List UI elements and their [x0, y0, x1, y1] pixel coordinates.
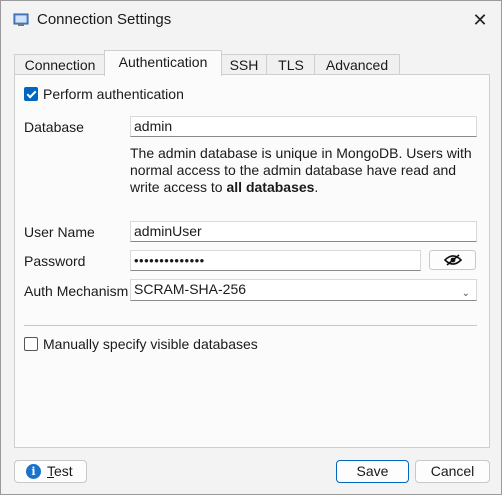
auth-mechanism-value: SCRAM-SHA-256	[134, 281, 247, 297]
password-label: Password	[24, 253, 86, 269]
database-input[interactable]: admin	[130, 116, 477, 137]
chevron-down-icon: ⌄	[461, 288, 470, 299]
note-end: .	[314, 179, 319, 195]
cancel-button[interactable]: Cancel	[415, 460, 490, 483]
close-icon: ✕	[472, 10, 488, 30]
manual-databases-checkbox[interactable]	[24, 337, 38, 351]
show-password-button[interactable]	[429, 250, 476, 270]
save-button[interactable]: Save	[336, 460, 409, 483]
tab-connection[interactable]: Connection	[14, 54, 106, 75]
tab-label: TLS	[278, 57, 304, 73]
database-label: Database	[24, 119, 84, 135]
test-mnemonic: T	[47, 463, 54, 479]
username-label: User Name	[24, 224, 95, 240]
tab-ssh[interactable]: SSH	[220, 54, 268, 75]
tab-label: Authentication	[118, 54, 208, 70]
divider	[24, 325, 477, 326]
connection-settings-dialog: Connection Settings ✕ Connection Authent…	[0, 0, 502, 495]
window-icon	[13, 13, 29, 26]
auth-mechanism-label: Auth Mechanism	[24, 283, 129, 299]
window-title: Connection Settings	[37, 11, 172, 28]
tab-authentication[interactable]: Authentication	[104, 50, 222, 76]
title-bar: Connection Settings ✕	[1, 1, 501, 39]
password-input[interactable]: ••••••••••••••	[130, 250, 421, 271]
tab-label: SSH	[229, 57, 259, 73]
username-input[interactable]: adminUser	[130, 221, 477, 242]
close-button[interactable]: ✕	[469, 9, 491, 31]
admin-database-note: The admin database is unique in MongoDB.…	[130, 145, 475, 196]
tab-label: Connection	[24, 57, 96, 73]
perform-authentication-label[interactable]: Perform authentication	[43, 86, 184, 102]
tab-advanced[interactable]: Advanced	[314, 54, 400, 75]
test-button-label: Test	[47, 461, 73, 482]
eye-icon	[444, 254, 462, 266]
info-icon: i	[26, 464, 41, 479]
auth-mechanism-select[interactable]: SCRAM-SHA-256 ⌄	[130, 279, 477, 301]
test-label-rest: est	[54, 463, 73, 479]
test-button[interactable]: i Test	[14, 460, 87, 483]
tab-tls[interactable]: TLS	[266, 54, 316, 75]
perform-authentication-checkbox[interactable]	[24, 87, 38, 101]
tab-label: Advanced	[325, 57, 389, 73]
manual-databases-label[interactable]: Manually specify visible databases	[43, 336, 258, 352]
note-bold-text: all databases	[226, 179, 315, 195]
